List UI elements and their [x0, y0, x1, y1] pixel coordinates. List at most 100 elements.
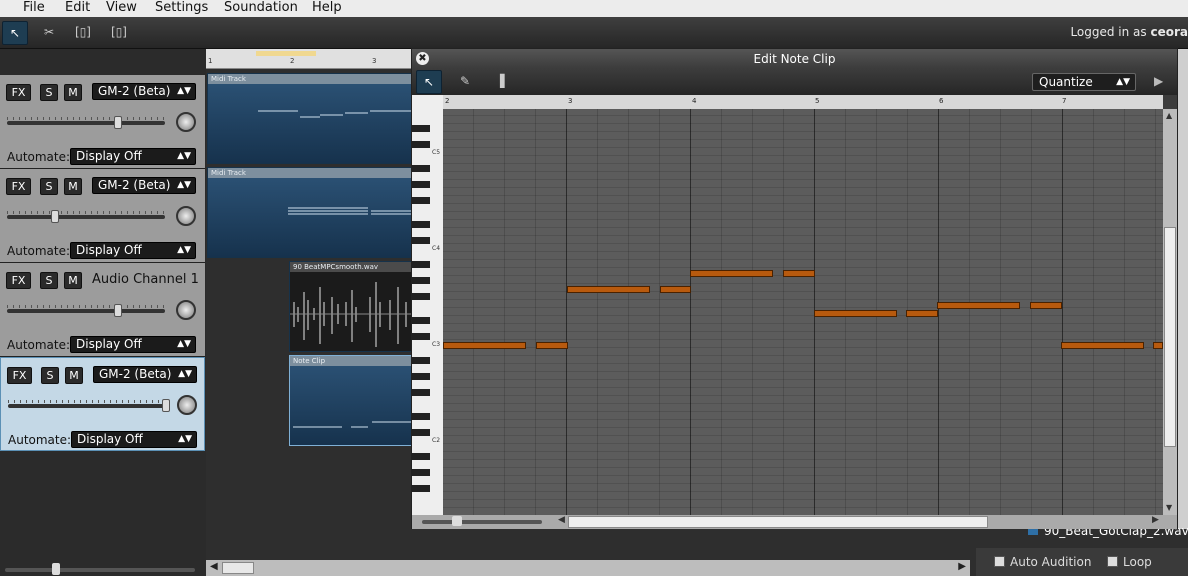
- editor-ruler[interactable]: 2 3 4 5 6 7: [443, 95, 1163, 109]
- midi-note[interactable]: [937, 302, 1020, 309]
- volume-slider[interactable]: [7, 121, 165, 125]
- volume-slider[interactable]: [7, 215, 165, 219]
- timeline-scroll-thumb[interactable]: [222, 562, 254, 574]
- midi-note[interactable]: [1061, 342, 1144, 349]
- automate-label: Automate:: [8, 433, 72, 447]
- pointer-tool-icon[interactable]: ↖: [416, 70, 442, 94]
- solo-button[interactable]: S: [41, 367, 59, 384]
- scroll-left-icon[interactable]: ◀: [558, 515, 565, 525]
- auto-audition-checkbox[interactable]: [994, 556, 1005, 567]
- scroll-right-icon[interactable]: ▶: [1152, 515, 1159, 525]
- waveform: [290, 282, 411, 347]
- pencil-tool-icon[interactable]: ✎: [452, 70, 478, 94]
- volume-thumb[interactable]: [114, 116, 122, 129]
- note-grid[interactable]: [443, 109, 1163, 515]
- midi-note[interactable]: [536, 342, 568, 349]
- velocity-tool-icon[interactable]: ▐: [487, 70, 513, 94]
- menu-edit[interactable]: Edit: [65, 0, 90, 15]
- trim-tool-icon[interactable]: [▯]: [106, 21, 132, 45]
- loop-checkbox[interactable]: [1107, 556, 1118, 567]
- pointer-tool-icon[interactable]: ↖: [2, 21, 28, 45]
- mute-button[interactable]: M: [64, 84, 82, 101]
- editor-vertical-scrollbar[interactable]: ▲ ▼: [1163, 109, 1177, 515]
- audio-clip[interactable]: 90 BeatMPCsmooth.wav: [289, 261, 412, 352]
- clip-notes: [258, 110, 411, 118]
- volume-thumb[interactable]: [51, 210, 59, 223]
- play-icon[interactable]: ▶: [1154, 74, 1163, 88]
- scroll-down-icon[interactable]: ▼: [1166, 503, 1172, 512]
- instrument-select[interactable]: GM-2 (Beta) ▲▼: [93, 366, 197, 383]
- note-clip[interactable]: Note Clip: [289, 355, 412, 446]
- fx-button[interactable]: FX: [6, 178, 31, 195]
- pan-knob-icon[interactable]: [176, 300, 196, 320]
- scroll-left-icon[interactable]: ◀: [210, 561, 218, 572]
- piano-keys: [412, 125, 430, 492]
- mute-button[interactable]: M: [65, 367, 83, 384]
- track-row[interactable]: FX S M GM-2 (Beta) ▲▼ Automate: Display O…: [0, 169, 205, 263]
- zoom-thumb[interactable]: [452, 516, 462, 526]
- menu-help[interactable]: Help: [312, 0, 342, 15]
- volume-slider[interactable]: [7, 309, 165, 313]
- solo-button[interactable]: S: [40, 272, 58, 289]
- mute-button[interactable]: M: [64, 272, 82, 289]
- fx-button[interactable]: FX: [6, 272, 31, 289]
- close-icon[interactable]: ✖: [416, 52, 429, 65]
- volume-ticks: [7, 211, 165, 214]
- editor-hscroll-thumb[interactable]: [568, 516, 988, 528]
- instrument-select[interactable]: GM-2 (Beta) ▲▼: [92, 177, 196, 194]
- timeline-scrollbar[interactable]: ◀ ▶: [206, 560, 970, 576]
- fx-button[interactable]: FX: [6, 84, 31, 101]
- pan-knob-icon[interactable]: [177, 395, 197, 415]
- automate-select[interactable]: Display Off ▲▼: [70, 242, 196, 259]
- pan-knob-icon[interactable]: [176, 206, 196, 226]
- split-tool-icon[interactable]: [▯]: [70, 21, 96, 45]
- updown-icon: ▲▼: [177, 180, 191, 190]
- solo-button[interactable]: S: [40, 84, 58, 101]
- automate-select[interactable]: Display Off ▲▼: [71, 431, 197, 448]
- automate-select[interactable]: Display Off ▲▼: [70, 336, 196, 353]
- editor-horizontal-scrollbar[interactable]: ◀ ▶: [412, 515, 1177, 529]
- quantize-select[interactable]: Quantize ▲▼: [1032, 73, 1136, 91]
- midi-note[interactable]: [567, 286, 650, 293]
- midi-note[interactable]: [814, 310, 897, 317]
- edit-note-clip-window: Edit Note Clip ✖ ↖ ✎ ▐ Quantize ▲▼ ▶ 2 3 …: [411, 48, 1178, 529]
- volume-ticks: [7, 117, 165, 120]
- volume-slider[interactable]: [8, 404, 166, 408]
- pan-knob-icon[interactable]: [176, 112, 196, 132]
- cut-tool-icon[interactable]: ✂: [36, 21, 62, 45]
- menu-soundation[interactable]: Soundation: [224, 0, 298, 15]
- menu-settings[interactable]: Settings: [155, 0, 208, 15]
- volume-ticks: [7, 305, 165, 308]
- loop-region[interactable]: [256, 51, 316, 56]
- track-row[interactable]: FX S M Audio Channel 1 Automate: Display…: [0, 263, 205, 357]
- midi-note[interactable]: [443, 342, 526, 349]
- menu-view[interactable]: View: [106, 0, 137, 15]
- piano-keyboard[interactable]: C5 C4 C3 C2: [412, 95, 443, 515]
- fx-button[interactable]: FX: [7, 367, 32, 384]
- master-volume-thumb[interactable]: [52, 563, 60, 575]
- zoom-slider[interactable]: [422, 520, 542, 524]
- master-volume-slider[interactable]: [5, 568, 195, 572]
- loop-label: Loop: [1123, 555, 1152, 569]
- scroll-up-icon[interactable]: ▲: [1166, 111, 1172, 120]
- timeline-ruler[interactable]: 1 2 3: [206, 49, 412, 69]
- midi-note[interactable]: [690, 270, 773, 277]
- track-row[interactable]: FX S M GM-2 (Beta) ▲▼ Automate: Display O…: [0, 75, 205, 169]
- menu-file[interactable]: File: [23, 0, 45, 15]
- midi-clip[interactable]: Midi Track: [207, 167, 412, 258]
- midi-clip[interactable]: Midi Track: [207, 73, 412, 164]
- instrument-select[interactable]: GM-2 (Beta) ▲▼: [92, 83, 196, 100]
- volume-thumb[interactable]: [162, 399, 170, 412]
- midi-note[interactable]: [660, 286, 691, 293]
- editor-vscroll-thumb[interactable]: [1164, 227, 1176, 447]
- midi-note[interactable]: [1030, 302, 1062, 309]
- midi-note[interactable]: [783, 270, 815, 277]
- automate-select[interactable]: Display Off ▲▼: [70, 148, 196, 165]
- volume-thumb[interactable]: [114, 304, 122, 317]
- scroll-right-icon[interactable]: ▶: [958, 561, 966, 572]
- midi-note[interactable]: [1153, 342, 1163, 349]
- track-row[interactable]: FX S M GM-2 (Beta) ▲▼ Automate: Display O…: [0, 357, 205, 451]
- midi-note[interactable]: [906, 310, 938, 317]
- mute-button[interactable]: M: [64, 178, 82, 195]
- solo-button[interactable]: S: [40, 178, 58, 195]
